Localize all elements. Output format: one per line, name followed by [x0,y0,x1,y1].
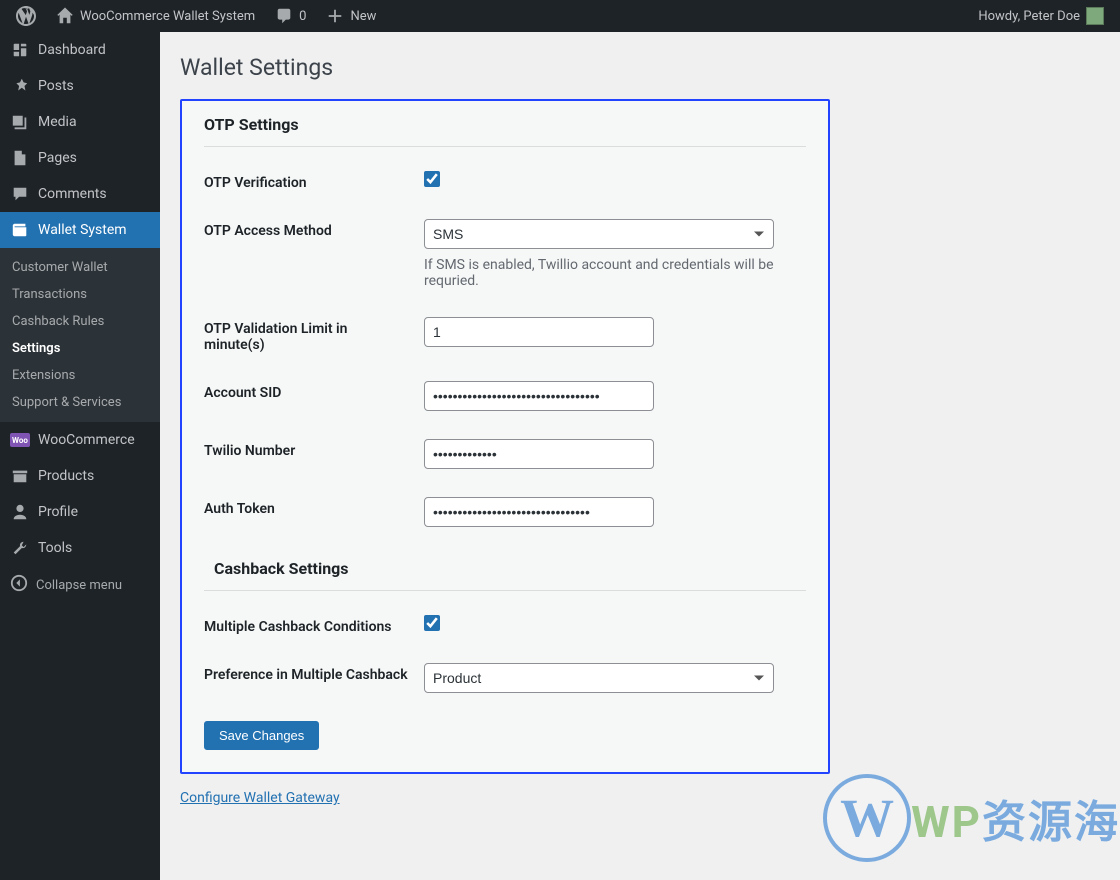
label-otp-access-method: OTP Access Method [204,219,424,289]
submenu-settings[interactable]: Settings [0,335,160,362]
avatar [1086,7,1104,25]
menu-profile[interactable]: Profile [0,494,160,530]
user-icon [10,502,30,522]
menu-posts[interactable]: Posts [0,68,160,104]
otp-access-method-select[interactable]: SMS [424,219,774,249]
pin-icon [10,76,30,96]
new-label: New [350,9,376,24]
label-preference: Preference in Multiple Cashback [204,663,424,693]
menu-media[interactable]: Media [0,104,160,140]
label-otp-limit: OTP Validation Limit in minute(s) [204,317,424,353]
wrench-icon [10,538,30,558]
menu-wallet-system[interactable]: Wallet System [0,212,160,248]
submenu-support[interactable]: Support & Services [0,389,160,416]
account-sid-input[interactable] [424,381,654,411]
media-icon [10,112,30,132]
page-title: Wallet Settings [180,54,1100,81]
multiple-cashback-checkbox[interactable] [424,615,440,631]
menu-tools[interactable]: Tools [0,530,160,566]
menu-products[interactable]: Products [0,458,160,494]
configure-gateway-link[interactable]: Configure Wallet Gateway [180,790,340,806]
otp-verification-checkbox[interactable] [424,171,440,187]
label-otp-verification: OTP Verification [204,171,424,191]
submenu-extensions[interactable]: Extensions [0,362,160,389]
menu-dashboard[interactable]: Dashboard [0,32,160,68]
dashboard-icon [10,40,30,60]
comment-icon [10,184,30,204]
label-twilio-number: Twilio Number [204,439,424,469]
user-greeting[interactable]: Howdy, Peter Doe [970,0,1112,32]
preference-select[interactable]: Product [424,663,774,693]
products-icon [10,466,30,486]
settings-card: OTP Settings OTP Verification OTP Access… [180,99,830,774]
wallet-icon [10,220,30,240]
comments-count: 0 [299,9,306,24]
wp-logo-icon[interactable] [8,0,44,32]
submenu-cashback-rules[interactable]: Cashback Rules [0,308,160,335]
section-cashback-title: Cashback Settings [204,559,806,591]
menu-pages[interactable]: Pages [0,140,160,176]
submenu-customer-wallet[interactable]: Customer Wallet [0,254,160,281]
save-button[interactable]: Save Changes [204,721,319,750]
wallet-submenu: Customer Wallet Transactions Cashback Ru… [0,248,160,422]
section-otp-title: OTP Settings [204,115,806,147]
help-sms: If SMS is enabled, Twillio account and c… [424,257,806,289]
comments-link[interactable]: 0 [267,0,314,32]
collapse-icon [10,574,28,596]
collapse-menu[interactable]: Collapse menu [0,566,160,604]
twilio-number-input[interactable] [424,439,654,469]
auth-token-input[interactable] [424,497,654,527]
label-account-sid: Account SID [204,381,424,411]
menu-woocommerce[interactable]: Woo WooCommerce [0,422,160,458]
site-home-link[interactable]: WooCommerce Wallet System [48,0,263,32]
admin-bar: WooCommerce Wallet System 0 New Howdy, P… [0,0,1120,32]
page-icon [10,148,30,168]
label-multiple-cashback: Multiple Cashback Conditions [204,615,424,635]
admin-sidebar: Dashboard Posts Media Pages Comments Wal… [0,32,160,880]
watermark: W WP资源海 [823,774,1120,862]
content-area: Wallet Settings OTP Settings OTP Verific… [160,32,1120,880]
label-auth-token: Auth Token [204,497,424,527]
new-content-link[interactable]: New [318,0,384,32]
site-title: WooCommerce Wallet System [80,9,255,24]
submenu-transactions[interactable]: Transactions [0,281,160,308]
otp-limit-input[interactable] [424,317,654,347]
woo-icon: Woo [10,430,30,450]
menu-comments[interactable]: Comments [0,176,160,212]
